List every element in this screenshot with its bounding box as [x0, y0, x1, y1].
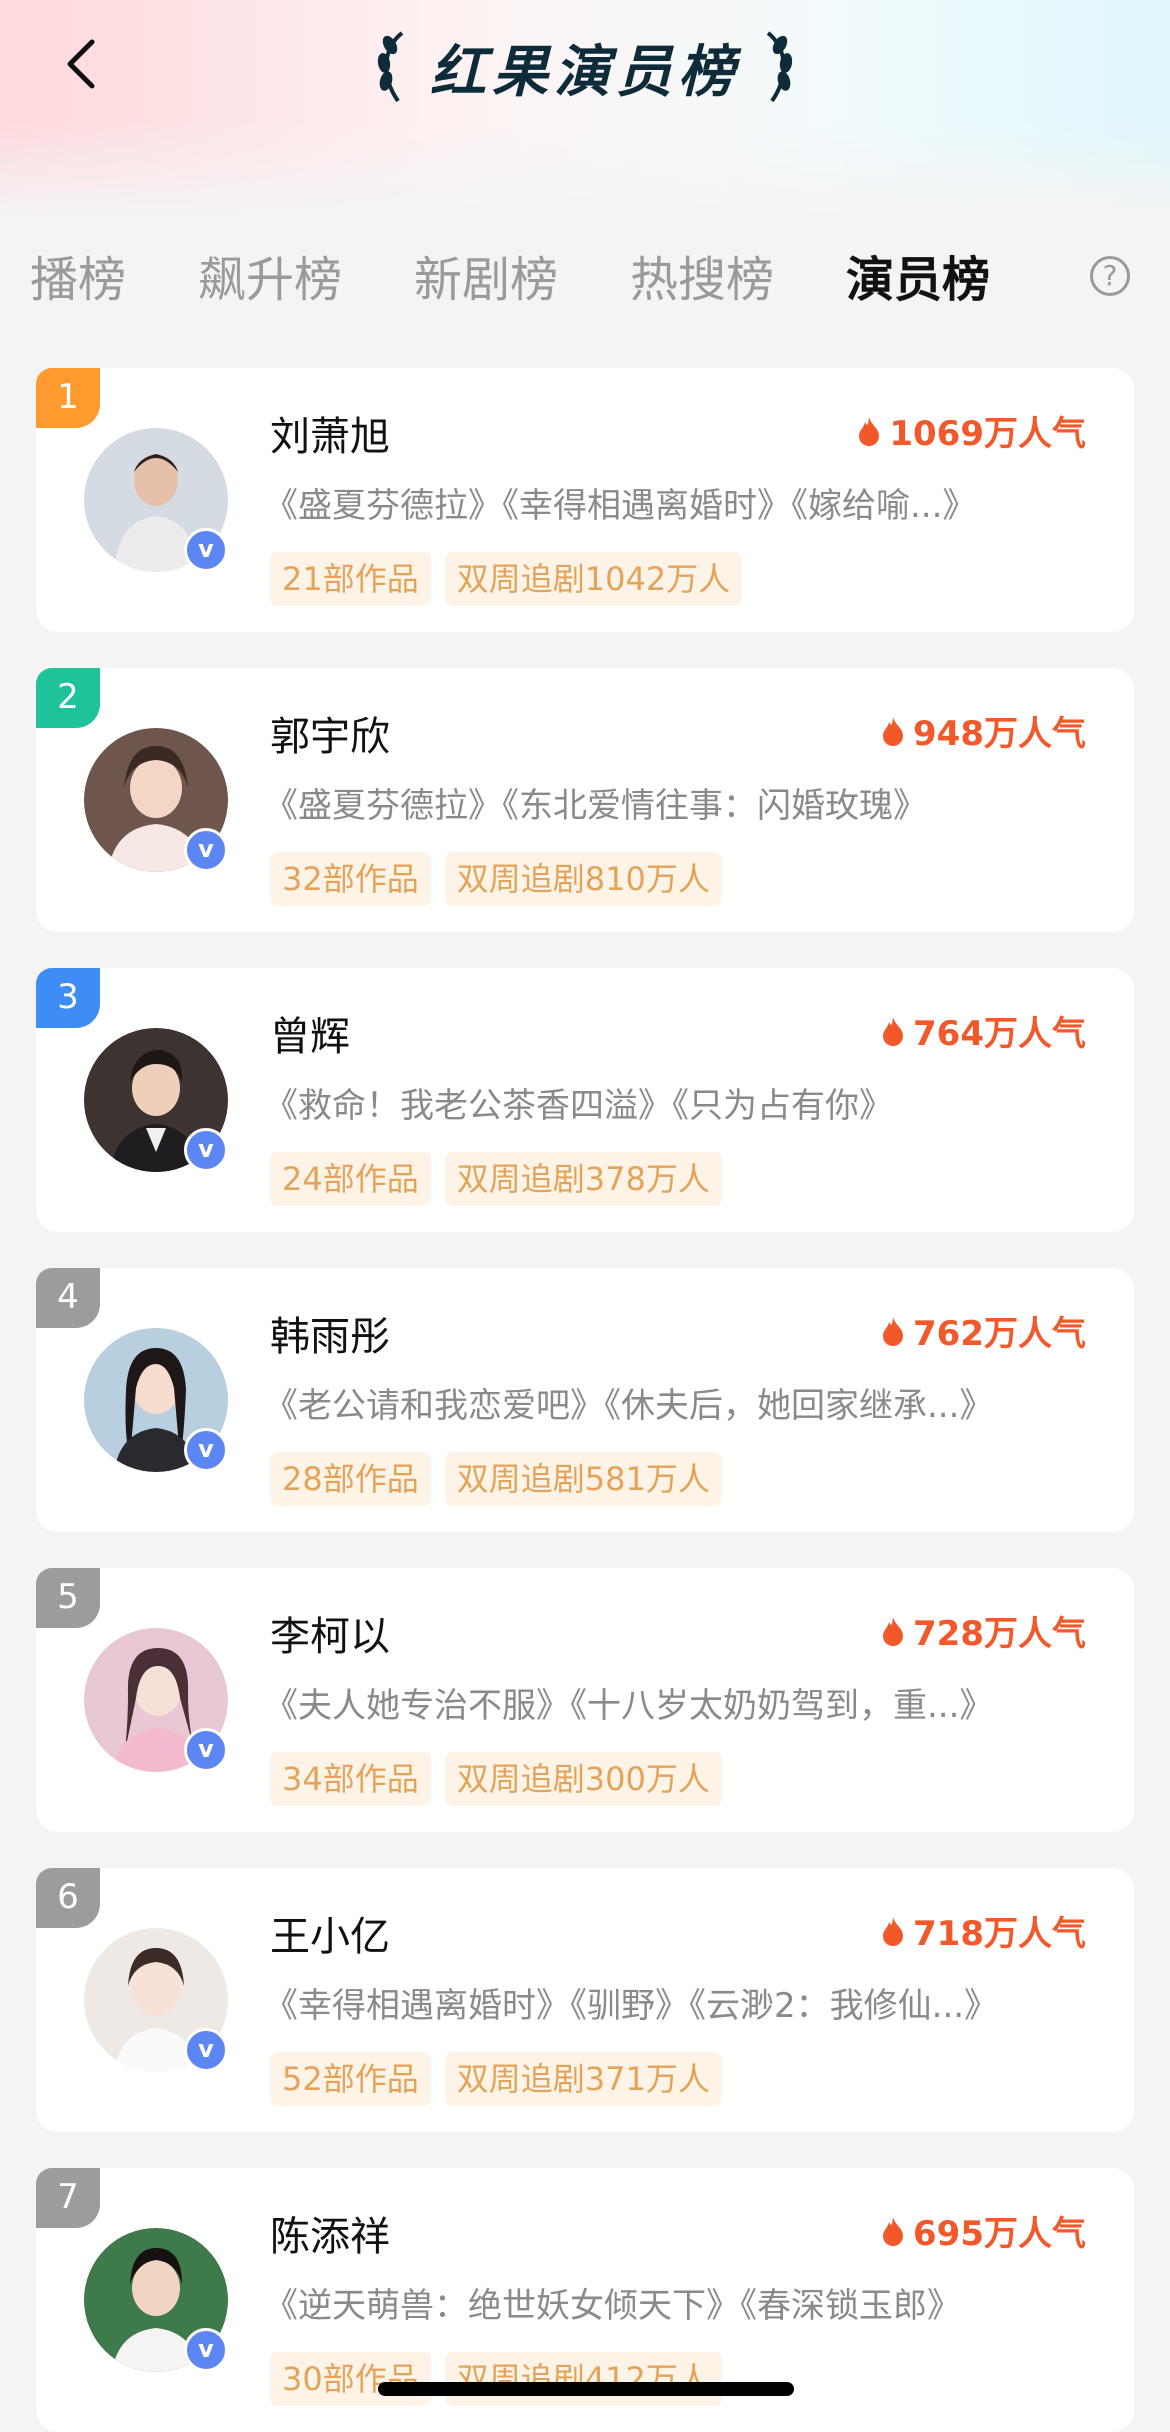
- followers-tag: 双周追剧371万人: [444, 2052, 722, 2106]
- tag-row: 28部作品 双周追剧581万人: [270, 1452, 722, 1506]
- popularity-value: 728万人气: [913, 1614, 1086, 1654]
- tab-rising[interactable]: 飙升榜: [198, 240, 342, 320]
- popularity: 718万人气: [881, 1906, 1086, 1955]
- title-bar: 红果演员榜: [0, 22, 1170, 112]
- works-count-tag: 24部作品: [270, 1152, 431, 1206]
- rank-badge: 6: [36, 1868, 100, 1928]
- verified-badge-icon: v: [184, 1128, 228, 1172]
- actor-name: 李柯以: [270, 1614, 390, 1660]
- popularity-value: 948万人气: [913, 714, 1086, 754]
- works-list: 《夫人她专治不服》《十八岁太奶奶驾到，重...》: [264, 1686, 994, 1726]
- tag-row: 52部作品 双周追剧371万人: [270, 2052, 722, 2106]
- actor-card[interactable]: 4 v 韩雨彤 762万人气 《老公请和我恋爱吧》《休夫后，她回家继承...》 …: [36, 1268, 1134, 1532]
- verified-badge-icon: v: [184, 1728, 228, 1772]
- verified-badge-icon: v: [184, 528, 228, 572]
- rank-badge: 2: [36, 668, 100, 728]
- works-list: 《盛夏芬德拉》《幸得相遇离婚时》《嫁给喻...》: [264, 486, 977, 526]
- tab-new-drama[interactable]: 新剧榜: [414, 240, 558, 320]
- popularity-value: 764万人气: [913, 1014, 1086, 1054]
- actor-name: 曾辉: [270, 1014, 350, 1060]
- works-list: 《盛夏芬德拉》《东北爱情往事：闪婚玫瑰》: [264, 786, 927, 826]
- actor-name: 韩雨彤: [270, 1314, 390, 1360]
- fire-icon: [859, 416, 880, 446]
- fire-icon: [883, 1016, 904, 1046]
- actor-card[interactable]: 5 v 李柯以 728万人气 《夫人她专治不服》《十八岁太奶奶驾到，重...》 …: [36, 1568, 1134, 1832]
- fire-icon: [883, 716, 904, 746]
- popularity: 762万人气: [881, 1306, 1086, 1355]
- popularity: 695万人气: [881, 2206, 1086, 2255]
- tab-actors[interactable]: 演员榜: [846, 240, 990, 320]
- tag-row: 32部作品 双周追剧810万人: [270, 852, 722, 906]
- actor-name: 刘萧旭: [270, 414, 390, 460]
- actor-card[interactable]: 6 v 王小亿 718万人气 《幸得相遇离婚时》《驯野》《云渺2：我修仙...》…: [36, 1868, 1134, 2132]
- followers-tag: 双周追剧810万人: [444, 852, 722, 906]
- tab-broadcast[interactable]: 播榜: [30, 240, 126, 320]
- tag-row: 24部作品 双周追剧378万人: [270, 1152, 722, 1206]
- works-count-tag: 34部作品: [270, 1752, 431, 1806]
- verified-badge-icon: v: [184, 2028, 228, 2072]
- works-count-tag: 28部作品: [270, 1452, 431, 1506]
- actor-name: 陈添祥: [270, 2214, 390, 2260]
- fire-icon: [883, 2216, 904, 2246]
- followers-tag: 双周追剧300万人: [444, 1752, 722, 1806]
- works-count-tag: 21部作品: [270, 552, 431, 606]
- works-count-tag: 52部作品: [270, 2052, 431, 2106]
- works-list: 《救命！我老公茶香四溢》《只为占有你》: [264, 1086, 893, 1126]
- works-count-tag: 32部作品: [270, 852, 431, 906]
- tab-bar: 播榜 飙升榜 新剧榜 热搜榜 演员榜: [0, 240, 1170, 320]
- verified-badge-icon: v: [184, 828, 228, 872]
- page-title: 红果演员榜: [430, 39, 740, 105]
- popularity-value: 762万人气: [913, 1314, 1086, 1354]
- popularity: 1069万人气: [857, 406, 1086, 455]
- tab-hot-search[interactable]: 热搜榜: [630, 240, 774, 320]
- followers-tag: 双周追剧1042万人: [444, 552, 743, 606]
- works-list: 《老公请和我恋爱吧》《休夫后，她回家继承...》: [264, 1386, 994, 1426]
- actor-card[interactable]: 1 v 刘萧旭 1069万人气 《盛夏芬德拉》《幸得相遇离婚时》《嫁给喻...》…: [36, 368, 1134, 632]
- verified-badge-icon: v: [184, 1428, 228, 1472]
- works-count-tag: 30部作品: [270, 2352, 431, 2406]
- laurel-left-icon: [377, 31, 404, 103]
- popularity: 728万人气: [881, 1606, 1086, 1655]
- rank-badge: 5: [36, 1568, 100, 1628]
- rank-badge: 3: [36, 968, 100, 1028]
- followers-tag: 双周追剧581万人: [444, 1452, 722, 1506]
- rank-badge: 7: [36, 2168, 100, 2228]
- followers-tag: 双周追剧378万人: [444, 1152, 722, 1206]
- rank-badge: 4: [36, 1268, 100, 1328]
- fire-icon: [883, 1916, 904, 1946]
- actor-card[interactable]: 2 v 郭宇欣 948万人气 《盛夏芬德拉》《东北爱情往事：闪婚玫瑰》 32部作…: [36, 668, 1134, 932]
- actor-card[interactable]: 3 v 曾辉 764万人气 《救命！我老公茶香四溢》《只为占有你》 24部作品 …: [36, 968, 1134, 1232]
- fire-icon: [883, 1316, 904, 1346]
- tag-row: 21部作品 双周追剧1042万人: [270, 552, 743, 606]
- verified-badge-icon: v: [184, 2328, 228, 2372]
- home-indicator: [378, 2382, 794, 2396]
- tag-row: 34部作品 双周追剧300万人: [270, 1752, 722, 1806]
- rank-badge: 1: [36, 368, 100, 428]
- followers-tag: 双周追剧412万人: [444, 2352, 722, 2406]
- popularity-value: 695万人气: [913, 2214, 1086, 2254]
- laurel-right-icon: [766, 31, 793, 103]
- popularity-value: 718万人气: [913, 1914, 1086, 1954]
- works-list: 《逆天萌兽：绝世妖女倾天下》《春深锁玉郎》: [264, 2286, 961, 2326]
- popularity: 948万人气: [881, 706, 1086, 755]
- tag-row: 30部作品 双周追剧412万人: [270, 2352, 722, 2406]
- popularity-value: 1069万人气: [889, 414, 1086, 454]
- actor-name: 郭宇欣: [270, 714, 390, 760]
- popularity: 764万人气: [881, 1006, 1086, 1055]
- works-list: 《幸得相遇离婚时》《驯野》《云渺2：我修仙...》: [264, 1986, 999, 2026]
- help-icon[interactable]: ?: [1090, 256, 1130, 296]
- fire-icon: [883, 1616, 904, 1646]
- actor-name: 王小亿: [270, 1914, 390, 1960]
